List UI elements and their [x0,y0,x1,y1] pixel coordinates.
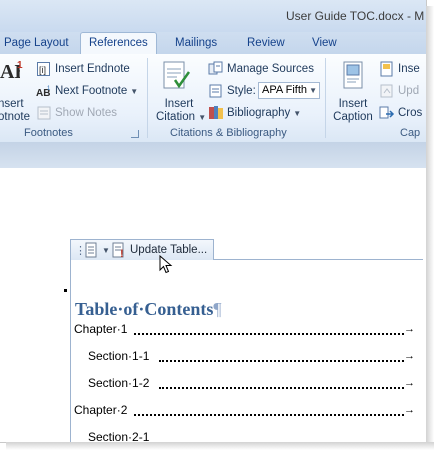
endnote-icon: [i] [37,62,50,76]
insert-table-of-figures-button[interactable]: Inse [379,61,420,77]
group-separator [325,58,326,138]
chevron-down-icon: ▼ [293,108,302,118]
footnotes-dialog-launcher[interactable] [131,130,139,138]
pilcrow-mark: ¶ [213,299,222,319]
show-notes-icon [37,106,51,120]
window-shadow [6,442,434,450]
insert-table-of-figures-label: Inse [398,63,420,75]
document-background [0,142,426,169]
word-window: User Guide TOC.docx - M Page Layout Refe… [0,0,427,443]
ribbon: AB 1 nsert otnote [i] Insert Endnote AB … [0,54,426,143]
footnotes-group-label: Footnotes [24,127,73,139]
table-of-figures-icon [380,61,393,77]
tab-references[interactable]: References [80,32,157,54]
bibliography-label: Bibliography [227,107,291,119]
group-separator [147,58,148,138]
insert-footnote-button[interactable]: AB 1 nsert otnote [0,58,34,124]
tab-mailings[interactable]: Mailings [175,37,217,49]
toc-heading-text: Table·of·Contents [75,299,214,319]
window-shadow [426,6,434,446]
toc-document-icon [85,242,97,258]
update-table-of-figures-button[interactable]: Upd [379,83,419,99]
tab-review[interactable]: Review [247,37,285,49]
tab-arrow-icon: → [404,404,415,416]
next-footnote-label: Next Footnote [55,85,128,97]
toc-leader [159,359,404,362]
manage-sources-icon [208,61,223,75]
toc-options-button[interactable]: ▼ [83,242,110,258]
chevron-down-icon: ▼ [309,86,317,95]
chevron-down-icon: ▼ [198,113,207,122]
svg-text:1: 1 [17,60,23,70]
toc-heading[interactable]: Table·of·Contents¶ [75,299,222,320]
cross-reference-icon [379,106,395,119]
window-title: User Guide TOC.docx - M [286,9,425,23]
next-footnote-icon: AB 1 [36,86,51,99]
insert-citation-label-1: Insert [164,98,194,110]
toc-leader [159,386,404,389]
citation-style-dropdown[interactable]: APA Fifth ▼ [258,82,320,99]
toc-leader [134,332,404,335]
toc-entry-chapter-1[interactable]: Chapter·1 [74,322,127,336]
style-label: Style: [227,85,256,97]
tab-arrow-icon: → [404,323,415,335]
svg-text:!: ! [120,248,124,258]
cross-reference-button[interactable]: Cros [379,105,422,121]
toc-entry-chapter-2[interactable]: Chapter·2 [74,403,127,417]
insert-citation-button[interactable]: Insert Citation ▼ [152,58,206,124]
tab-arrow-icon: → [404,350,415,362]
tab-page-layout[interactable]: Page Layout [4,37,69,49]
style-icon [209,84,222,98]
tab-view[interactable]: View [312,37,337,49]
insert-caption-icon [343,61,363,89]
chevron-down-icon: ▼ [102,245,110,255]
cross-reference-label: Cros [398,107,423,119]
update-table-of-figures-label: Upd [398,85,420,97]
manage-sources-button[interactable]: Manage Sources [208,61,314,77]
captions-group-label: Cap [400,127,421,139]
text-boundary-mark [64,289,67,292]
update-table-icon: ! [112,242,124,258]
toc-entry-section-1-2[interactable]: Section·1-2 [88,376,149,390]
insert-citation-icon [163,61,191,89]
update-table-icon [380,84,393,98]
title-bar: User Guide TOC.docx - M [0,0,426,32]
insert-footnote-label-1: nsert [0,98,24,110]
insert-endnote-label: Insert Endnote [55,63,130,75]
manage-sources-label: Manage Sources [227,63,314,75]
chevron-down-icon: ▼ [130,86,139,96]
insert-caption-label-2: Caption [333,111,373,123]
footnote-superscript-icon: 1 [17,60,23,70]
bibliography-icon [209,106,223,119]
insert-citation-label-2: Citation ▼ [156,111,206,124]
insert-footnote-label-2: otnote [0,111,30,123]
insert-citation-label-2-text: Citation [156,111,195,123]
ribbon-tabs: Page Layout References Mailings Review V… [0,32,426,55]
insert-caption-label-1: Insert [338,98,368,110]
show-notes-label: Show Notes [55,107,118,119]
citation-style-value: APA Fifth [262,84,308,96]
toc-content-control-tab[interactable]: ⋮ ▼ ! Update Table... [70,239,214,260]
toc-leader [134,413,404,416]
citations-group-label: Citations & Bibliography [170,127,287,139]
toc-entry-section-1-1[interactable]: Section·1-1 [88,349,149,363]
tab-arrow-icon: → [404,377,415,389]
insert-caption-button[interactable]: Insert Caption [330,58,376,124]
svg-text:[i]: [i] [39,65,46,75]
mouse-pointer-icon [159,255,173,274]
next-footnote-button[interactable]: AB 1 Next Footnote ▼ [36,83,138,99]
insert-endnote-button[interactable]: [i] Insert Endnote [36,61,130,77]
style-label-group: Style: [208,83,256,99]
show-notes-button[interactable]: Show Notes [36,105,117,121]
bibliography-button[interactable]: Bibliography ▼ [208,105,301,121]
